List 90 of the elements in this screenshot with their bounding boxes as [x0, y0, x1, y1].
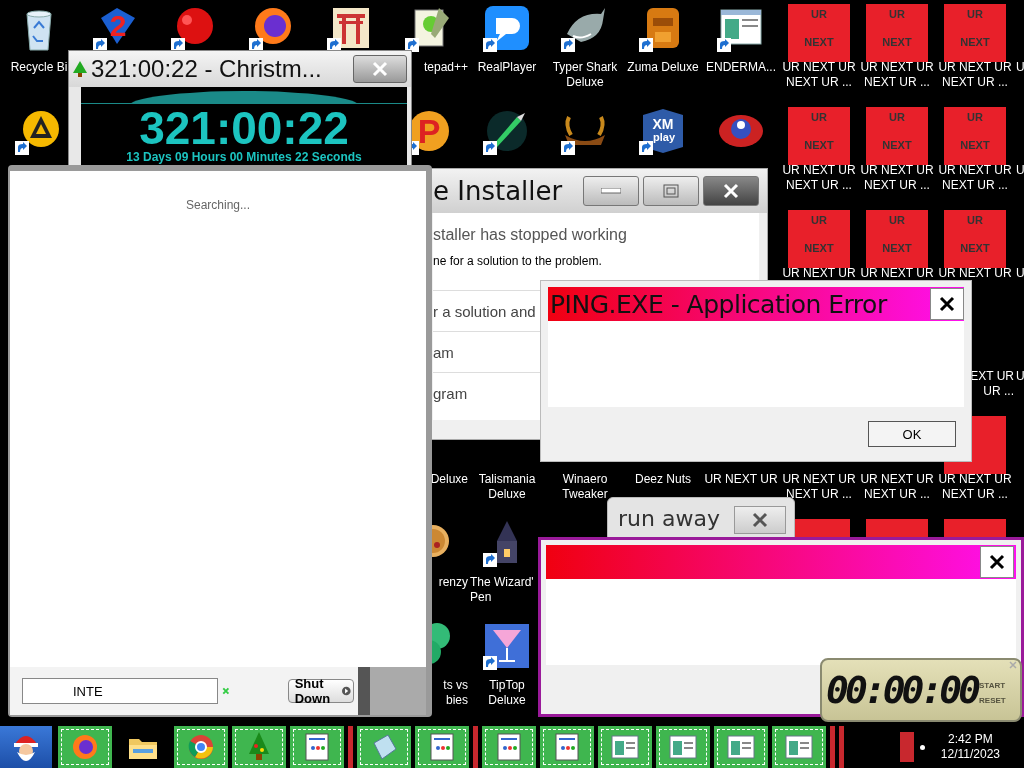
tile-icon: UR NEXT — [788, 107, 850, 165]
stopwatch-button[interactable]: RESET — [979, 696, 1006, 705]
icon-label: U — [1015, 266, 1024, 281]
icon-label: Talismania Deluxe — [477, 472, 537, 502]
close-button[interactable] — [930, 288, 964, 320]
document-icon — [430, 733, 454, 761]
close-icon — [723, 183, 739, 199]
icon-label: U — [1015, 60, 1024, 75]
icon-label: UR NEXT UR NEXT UR ... — [859, 472, 935, 502]
icon-label: UR NEXT UR — [937, 266, 1013, 281]
icon-label: UR NEXT UR NEXT UR ... — [781, 60, 857, 90]
window-title: 321:00:22 - Christm... — [91, 55, 323, 83]
icon-label: UR NEXT UR — [781, 266, 857, 281]
icon-label: U — [1015, 369, 1024, 384]
icon-label: ts vs bies — [442, 678, 468, 708]
tile-icon: UR NEXT — [944, 210, 1006, 268]
icon-label: ENDERMA... — [705, 60, 777, 75]
icon-label: Recycle Bi — [9, 60, 69, 75]
icon-label: renzy — [437, 575, 468, 590]
clock-time: 2:42 PM — [948, 732, 993, 747]
close-icon — [752, 512, 768, 528]
icon-label: UR NEXT UR NEXT UR ... — [781, 472, 857, 502]
document-icon — [555, 733, 579, 761]
icon-label: UR NEXT UR — [703, 472, 779, 487]
minimize-icon — [601, 188, 621, 194]
dialog-option[interactable]: r a solution and — [433, 302, 536, 320]
tile-icon: UR NEXT — [866, 107, 928, 165]
close-icon — [939, 296, 955, 312]
document-icon — [305, 733, 329, 761]
ok-button[interactable]: OK — [868, 421, 956, 447]
start-button[interactable] — [0, 726, 52, 768]
icon-label: TipTop Deluxe — [487, 678, 527, 708]
close-button[interactable] — [703, 176, 759, 206]
close-button[interactable] — [980, 546, 1014, 578]
icon-label: Deluxe — [429, 472, 468, 487]
tray-dot-icon — [919, 744, 925, 750]
close-button[interactable] — [734, 506, 786, 534]
tile-icon: UR NEXT — [866, 4, 928, 62]
taskbar-button[interactable] — [58, 726, 112, 768]
dialog-option[interactable]: gram — [433, 384, 468, 402]
icon-label: The Wizard' Pen — [469, 575, 535, 605]
tile-icon: UR NEXT — [788, 210, 850, 268]
tile-icon: UR NEXT — [788, 4, 850, 62]
icon-label: U — [1015, 163, 1024, 178]
input-field[interactable]: INTE — [22, 678, 218, 704]
document-icon — [497, 733, 521, 761]
error-heading: staller has stopped working — [433, 225, 628, 245]
icon-label: UR NEXT UR NEXT UR ... — [937, 163, 1013, 193]
window-icon — [785, 735, 813, 759]
minimize-button[interactable] — [583, 176, 639, 206]
window-icon — [727, 735, 755, 759]
tile-icon: UR NEXT — [866, 210, 928, 268]
tile-icon: UR NEXT — [944, 4, 1006, 62]
icon-label: RealPlayer — [476, 60, 538, 75]
countdown-subtitle: 13 Days 09 Hours 00 Minutes 22 Seconds — [126, 151, 362, 163]
tree-icon — [247, 732, 271, 762]
close-icon — [372, 61, 388, 77]
icon-label: UR NEXT UR NEXT UR ... — [859, 60, 935, 90]
icon-label: Winaero Tweaker — [561, 472, 609, 502]
side-panel — [358, 667, 426, 715]
countdown-time: 321:00:22 — [139, 105, 349, 151]
window-title: PING.EXE - Application Error — [550, 289, 889, 319]
icon-label: Typer Shark Deluxe — [551, 60, 619, 90]
clock-date: 12/11/2023 — [940, 747, 1000, 762]
maximize-icon — [663, 184, 679, 198]
icon-label: UR NEXT UR NEXT UR ... — [937, 472, 1013, 502]
close-icon — [989, 554, 1005, 570]
window-icon — [611, 735, 639, 759]
searching-status: Searching... — [185, 198, 250, 212]
chrome-icon — [187, 733, 215, 761]
tree-icon — [73, 61, 87, 77]
stopwatch-display: 00:00:00 — [826, 670, 978, 710]
icon-label: UR NEXT UR NEXT UR ... — [937, 60, 1013, 90]
window-title: e Installer — [433, 176, 564, 206]
dialog-option[interactable]: am — [433, 343, 454, 361]
icon-label: tepad++ — [422, 60, 468, 75]
maximize-button[interactable] — [643, 176, 699, 206]
stopwatch-button[interactable]: START — [979, 681, 1006, 690]
tile-icon: UR NEXT — [944, 107, 1006, 165]
icon-label: Deez Nuts — [634, 472, 692, 487]
icon-label: Zuma Deluxe — [626, 60, 700, 75]
icon-label: UR NEXT UR NEXT UR ... — [781, 163, 857, 193]
window-title: run away — [618, 506, 721, 531]
window-icon — [669, 735, 697, 759]
browser-icon — [71, 733, 99, 761]
error-message: ne for a solution to the problem. — [433, 254, 603, 270]
icon-label: UR NEXT UR — [859, 266, 935, 281]
icon-label: UR NEXT UR NEXT UR ... — [859, 163, 935, 193]
tray-icon[interactable] — [899, 732, 914, 762]
shut-down-button[interactable]: Shut Down — [287, 679, 355, 703]
